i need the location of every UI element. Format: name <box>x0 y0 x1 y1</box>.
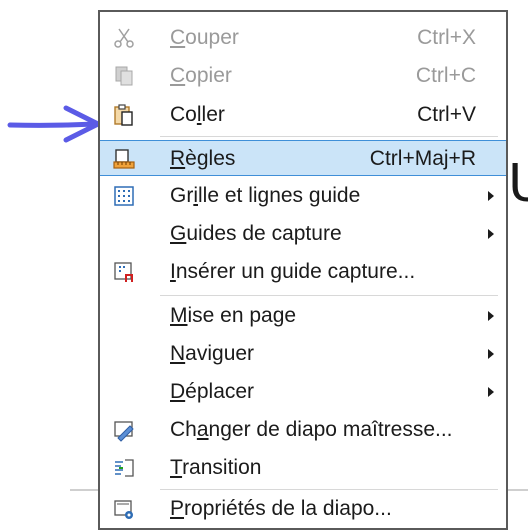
menu-item-slide-properties[interactable]: Propriétés de la diapo... <box>100 491 506 527</box>
submenu-arrow-icon <box>488 387 494 397</box>
menu-item-label: Copier <box>170 64 232 87</box>
change-master-slide-icon <box>114 421 134 442</box>
submenu-arrow-icon <box>488 349 494 359</box>
menu-item-label: Insérer un guide capture... <box>170 260 416 283</box>
menu-item-label: Grille et lignes guide <box>170 184 361 207</box>
menu-item-paste[interactable]: Coller Ctrl+V <box>100 97 506 133</box>
grid-icon <box>114 186 134 206</box>
clipboard-icon <box>114 104 133 126</box>
menu-item-label: Coller <box>170 103 225 126</box>
menu-item-shortcut: Ctrl+V <box>417 103 476 126</box>
menu-item-rulers[interactable]: Règles Ctrl+Maj+R <box>100 140 506 176</box>
menu-item-grid-and-guides[interactable]: Grille et lignes guide <box>100 178 506 214</box>
menu-item-label: Propriétés de la diapo... <box>170 497 392 520</box>
menu-item-cut[interactable]: Couper Ctrl+X <box>100 20 506 56</box>
menu-separator <box>160 136 498 137</box>
submenu-arrow-icon <box>488 229 494 239</box>
menu-item-transition[interactable]: Transition <box>100 450 506 486</box>
menu-item-page-layout[interactable]: Mise en page <box>100 298 506 334</box>
menu-item-label: Couper <box>170 26 239 49</box>
menu-item-snap-guides[interactable]: Guides de capture <box>100 216 506 252</box>
background-partial-letter: U <box>508 154 528 214</box>
menu-item-label: Transition <box>170 456 262 479</box>
menu-item-label: Naviguer <box>170 342 255 365</box>
scissors-icon <box>114 28 134 48</box>
annotation-arrow-icon <box>7 105 101 143</box>
menu-item-shortcut: Ctrl+X <box>417 26 476 49</box>
menu-separator <box>160 489 498 490</box>
slide-properties-icon <box>114 500 133 519</box>
menu-item-change-master-slide[interactable]: Changer de diapo maîtresse... <box>100 412 506 448</box>
menu-item-shortcut: Ctrl+Maj+R <box>369 147 476 170</box>
menu-item-shortcut: Ctrl+C <box>415 64 476 87</box>
menu-item-label: Déplacer <box>170 380 255 403</box>
menu-item-insert-snap-guide[interactable]: Insérer un guide capture... <box>100 254 506 290</box>
context-menu: Couper Ctrl+X Copier Ctrl+C Coller Ctrl+… <box>98 10 508 530</box>
menu-item-copy[interactable]: Copier Ctrl+C <box>100 58 506 94</box>
copy-icon <box>115 66 133 86</box>
insert-snap-guide-icon <box>114 262 133 282</box>
menu-item-label: Guides de capture <box>170 222 342 245</box>
transition-icon <box>115 459 134 477</box>
menu-item-label: Règles <box>170 147 236 170</box>
menu-item-label: Mise en page <box>170 304 297 327</box>
submenu-arrow-icon <box>488 191 494 201</box>
ruler-icon <box>113 149 135 169</box>
submenu-arrow-icon <box>488 311 494 321</box>
menu-item-move[interactable]: Déplacer <box>100 374 506 410</box>
menu-separator <box>160 295 498 296</box>
menu-item-navigate[interactable]: Naviguer <box>100 336 506 372</box>
menu-item-label: Changer de diapo maîtresse... <box>170 418 453 441</box>
